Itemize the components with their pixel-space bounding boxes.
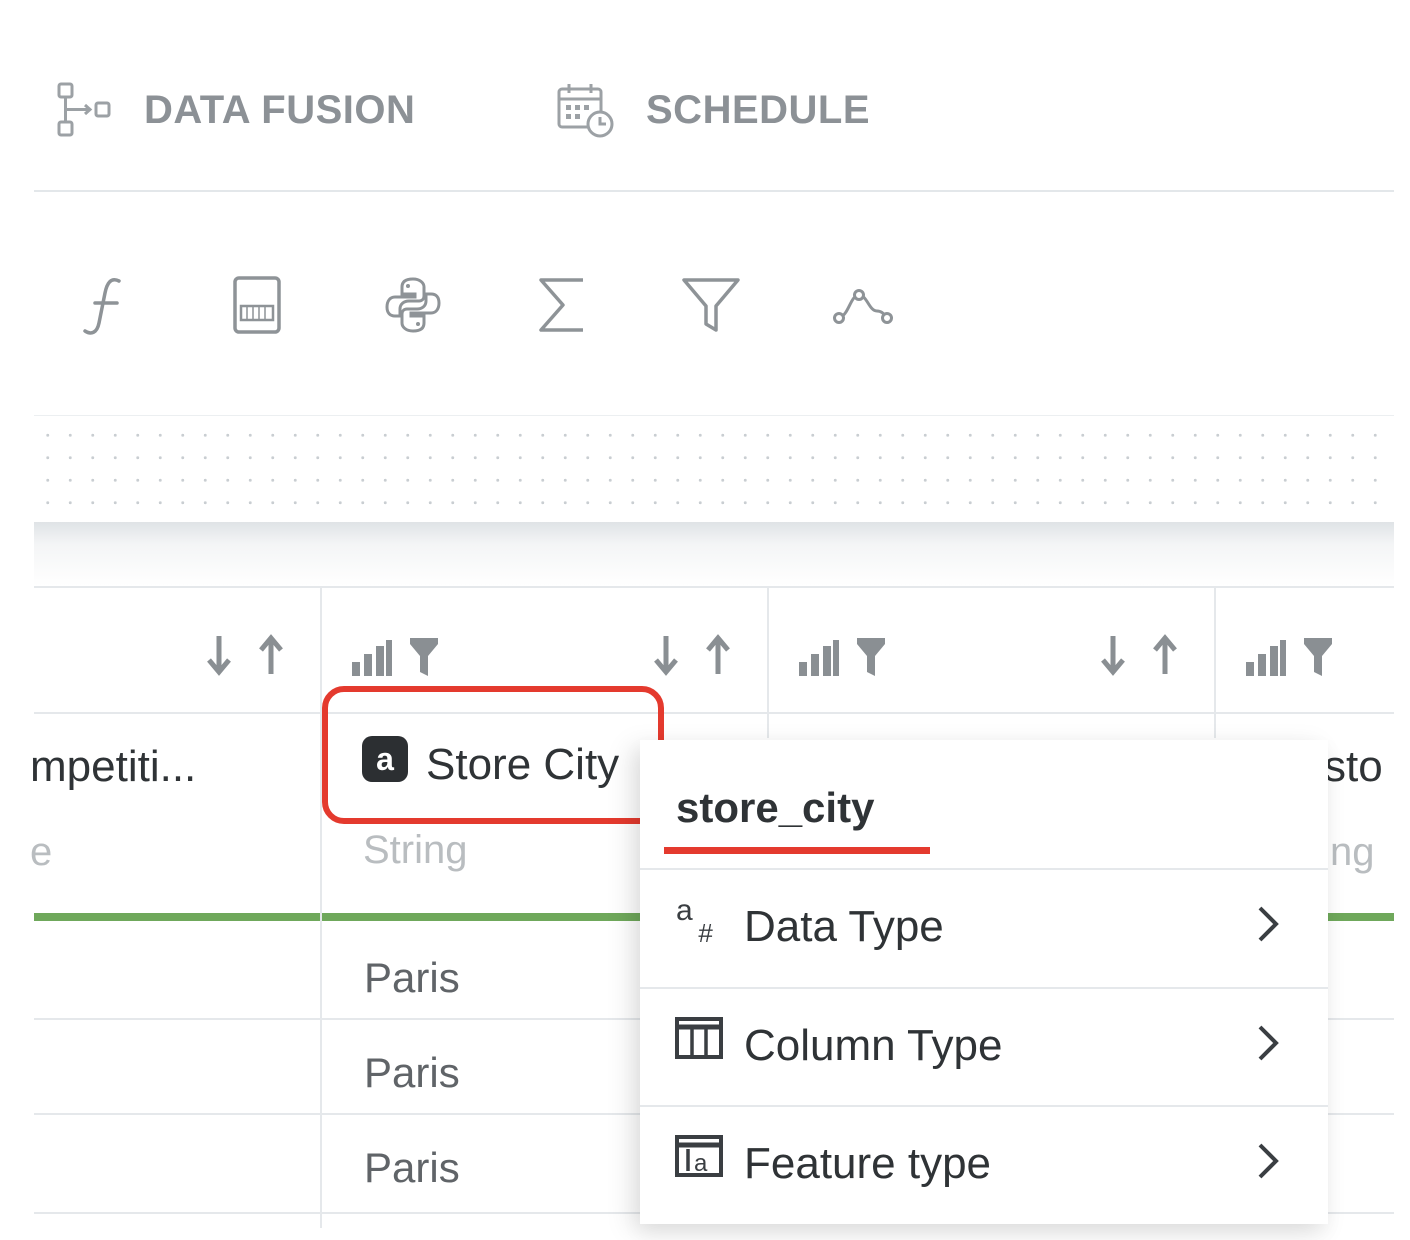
row-divider xyxy=(1326,1113,1394,1115)
python-icon xyxy=(385,277,441,333)
row-divider xyxy=(34,1212,654,1214)
tool-sum[interactable] xyxy=(526,270,596,340)
highlight-box xyxy=(322,686,664,824)
col-divider-3 xyxy=(1214,588,1216,738)
sort-desc-icon[interactable] xyxy=(1098,632,1128,678)
sort-controls-col-1[interactable] xyxy=(204,632,286,678)
tabs-divider xyxy=(34,190,1394,192)
filter-icon[interactable] xyxy=(408,636,440,678)
data-type-icon: a # xyxy=(676,894,713,946)
flow-canvas[interactable] xyxy=(34,415,1394,525)
filter-icon xyxy=(682,278,740,332)
tool-calculator[interactable] xyxy=(222,270,292,340)
chevron-right-icon xyxy=(1258,1143,1279,1179)
sort-asc-icon[interactable] xyxy=(1150,632,1180,678)
table-cell[interactable]: Paris xyxy=(364,954,460,1002)
header-tools-col-4[interactable] xyxy=(1244,636,1334,678)
data-fusion-icon xyxy=(57,82,111,137)
column-type-store: ng xyxy=(1330,830,1375,874)
menu-item-column-type[interactable]: Column Type xyxy=(640,989,1328,1107)
row-divider xyxy=(1326,1018,1394,1020)
feature-type-icon: a xyxy=(675,1135,723,1177)
tab-data-fusion[interactable]: DATA FUSION xyxy=(54,80,415,140)
column-type-store-city: String xyxy=(363,828,468,872)
sigma-icon xyxy=(539,278,583,332)
column-quality-bar xyxy=(1324,913,1394,921)
column-header-store[interactable]: sto xyxy=(1324,742,1394,792)
col-divider-2 xyxy=(767,588,769,738)
column-type-icon xyxy=(675,1017,723,1059)
svg-text:#: # xyxy=(698,918,713,946)
tab-schedule[interactable]: SCHEDULE xyxy=(556,80,870,140)
bar-chart-icon[interactable] xyxy=(1244,638,1288,678)
grid-top-border xyxy=(34,586,1394,588)
bar-chart-icon[interactable] xyxy=(797,638,841,678)
row-divider xyxy=(34,1113,654,1115)
sort-desc-icon[interactable] xyxy=(204,632,234,678)
column-context-menu: store_city a # Data Type Column Type a F… xyxy=(640,740,1328,1224)
tab-schedule-label: SCHEDULE xyxy=(646,87,871,132)
tool-python[interactable] xyxy=(378,270,448,340)
sort-asc-icon[interactable] xyxy=(256,632,286,678)
chevron-right-icon xyxy=(1258,1025,1279,1061)
curve-icon xyxy=(833,289,893,324)
header-tools-col-2[interactable] xyxy=(350,636,440,678)
column-quality-bar xyxy=(322,913,652,921)
menu-item-data-type[interactable]: a # Data Type xyxy=(640,870,1328,988)
sort-controls-col-2[interactable] xyxy=(651,632,733,678)
sort-controls-col-3[interactable] xyxy=(1098,632,1180,678)
column-quality-bar xyxy=(34,913,320,921)
table-cell[interactable]: Paris xyxy=(364,1049,460,1097)
menu-item-feature-type[interactable]: a Feature type xyxy=(640,1107,1328,1225)
svg-text:a: a xyxy=(694,1150,708,1177)
canvas-shadow xyxy=(34,522,1394,586)
calendar-schedule-icon xyxy=(557,84,614,138)
row-divider xyxy=(1326,1212,1394,1214)
filter-icon[interactable] xyxy=(1302,636,1334,678)
header-divider xyxy=(34,712,1394,714)
col-divider-1 xyxy=(320,588,322,1228)
tool-function[interactable] xyxy=(72,270,142,340)
tool-curve[interactable] xyxy=(828,270,898,340)
column-type-competition: e xyxy=(30,830,53,874)
filter-icon[interactable] xyxy=(855,636,887,678)
function-icon xyxy=(83,278,121,335)
tool-filter[interactable] xyxy=(676,270,746,340)
menu-item-label: Feature type xyxy=(744,1139,992,1188)
header-tools-col-3[interactable] xyxy=(797,636,887,678)
svg-text:a: a xyxy=(676,894,693,927)
row-divider xyxy=(34,1018,654,1020)
chevron-right-icon xyxy=(1258,906,1279,942)
bar-chart-icon[interactable] xyxy=(350,638,394,678)
sort-asc-icon[interactable] xyxy=(703,632,733,678)
tab-data-fusion-label: DATA FUSION xyxy=(144,87,416,132)
sort-desc-icon[interactable] xyxy=(651,632,681,678)
menu-column-name: store_city xyxy=(676,784,875,831)
menu-item-label: Data Type xyxy=(744,902,944,951)
calculator-icon xyxy=(233,276,281,334)
menu-item-label: Column Type xyxy=(744,1021,1003,1070)
column-header-competition[interactable]: mpetiti... xyxy=(30,742,260,792)
menu-title-underline xyxy=(664,847,930,854)
table-cell[interactable]: Paris xyxy=(364,1144,460,1192)
